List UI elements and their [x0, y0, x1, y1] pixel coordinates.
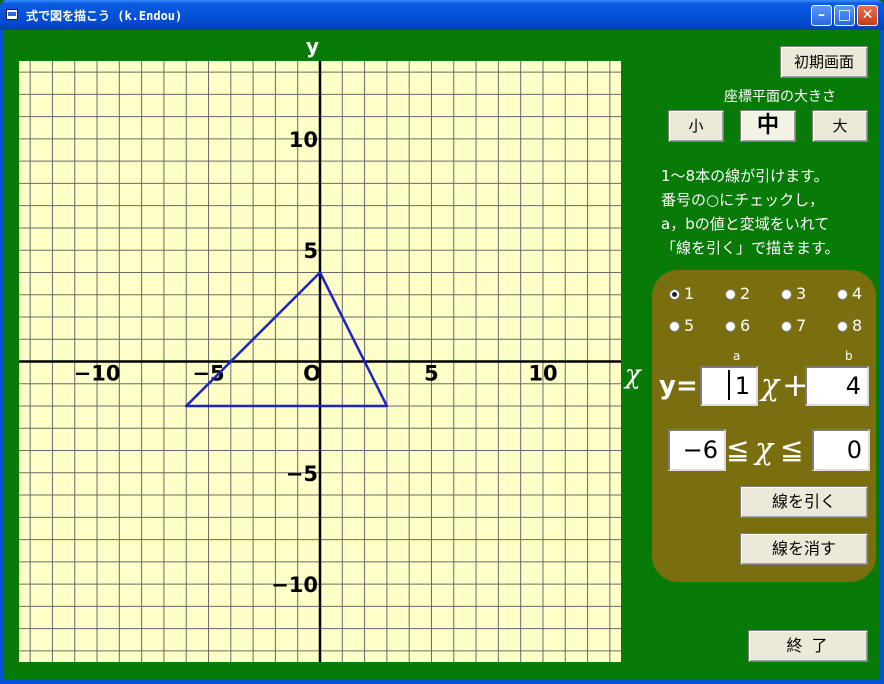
initial-screen-button[interactable]: 初期画面 — [780, 46, 868, 78]
line-radio-6[interactable]: 6 — [725, 317, 750, 335]
maximize-button[interactable]: □ — [834, 5, 855, 26]
radio-dot[interactable] — [837, 321, 848, 332]
range-max-input[interactable]: 0 — [812, 429, 870, 471]
plane-size-caption: 座標平面の大きさ — [724, 89, 836, 105]
coordinate-plane-svg[interactable]: −10 −5 O 5 10105−5−10 — [19, 61, 621, 662]
line-radio-5[interactable]: 5 — [669, 317, 694, 335]
range-x-symbol: χ — [755, 432, 774, 467]
text-caret — [728, 370, 730, 400]
x-axis-label: χ — [625, 360, 641, 390]
window-title: 式で図を描こう (k.Endou) — [26, 9, 183, 23]
x-tick-label: 5 — [424, 362, 439, 386]
radio-dot[interactable] — [781, 321, 792, 332]
leq-symbol-left: ≦ — [726, 433, 750, 466]
y-tick-label: −10 — [271, 573, 318, 597]
equation-y-label: y= — [659, 371, 698, 401]
range-min-input[interactable]: −6 — [668, 429, 726, 471]
radio-dot-selected[interactable] — [669, 289, 680, 300]
y-tick-label: 10 — [289, 128, 318, 152]
radio-dot[interactable] — [669, 321, 680, 332]
line-radio-1[interactable]: 1 — [669, 285, 694, 303]
line-radio-8[interactable]: 8 — [837, 317, 862, 335]
line-radio-2[interactable]: 2 — [725, 285, 750, 303]
minimize-button[interactable]: – — [811, 5, 832, 26]
radio-dot[interactable] — [725, 289, 736, 300]
title-bar: 式で図を描こう (k.Endou) – □ ✕ — [0, 0, 884, 30]
radio-dot[interactable] — [725, 321, 736, 332]
x-tick-label: O — [303, 362, 321, 386]
size-small-button[interactable]: 小 — [668, 110, 724, 142]
a-label: a — [733, 349, 741, 363]
size-medium-button[interactable]: 中 — [740, 110, 796, 142]
instructions-text: 1～8本の線が引けます。 番号の○にチェックし， a，bの値と変域をいれて 「線… — [661, 167, 840, 257]
close-button[interactable]: ✕ — [857, 5, 878, 26]
radio-dot[interactable] — [837, 289, 848, 300]
y-tick-label: 5 — [303, 239, 318, 263]
y-axis-label: y — [306, 34, 320, 58]
line-radio-3[interactable]: 3 — [781, 285, 806, 303]
app-icon — [6, 9, 18, 20]
intercept-b-input[interactable]: 4 — [805, 366, 869, 406]
line-radio-4[interactable]: 4 — [837, 285, 862, 303]
b-label: b — [845, 349, 853, 363]
x-tick-label: −10 — [74, 362, 121, 386]
y-tick-label: −5 — [286, 462, 318, 486]
line-radio-7[interactable]: 7 — [781, 317, 806, 335]
coordinate-plane[interactable]: −10 −5 O 5 10 10 5 −5 −10 — [19, 61, 621, 662]
leq-symbol-right: ≦ — [780, 433, 804, 466]
size-large-button[interactable]: 大 — [812, 110, 868, 142]
x-tick-label: 10 — [528, 362, 557, 386]
draw-line-button[interactable]: 線を引く — [740, 486, 868, 518]
equation-x-symbol: χ — [761, 368, 780, 403]
radio-dot[interactable] — [781, 289, 792, 300]
end-button[interactable]: 終 了 — [748, 630, 868, 662]
erase-line-button[interactable]: 線を消す — [740, 533, 868, 565]
